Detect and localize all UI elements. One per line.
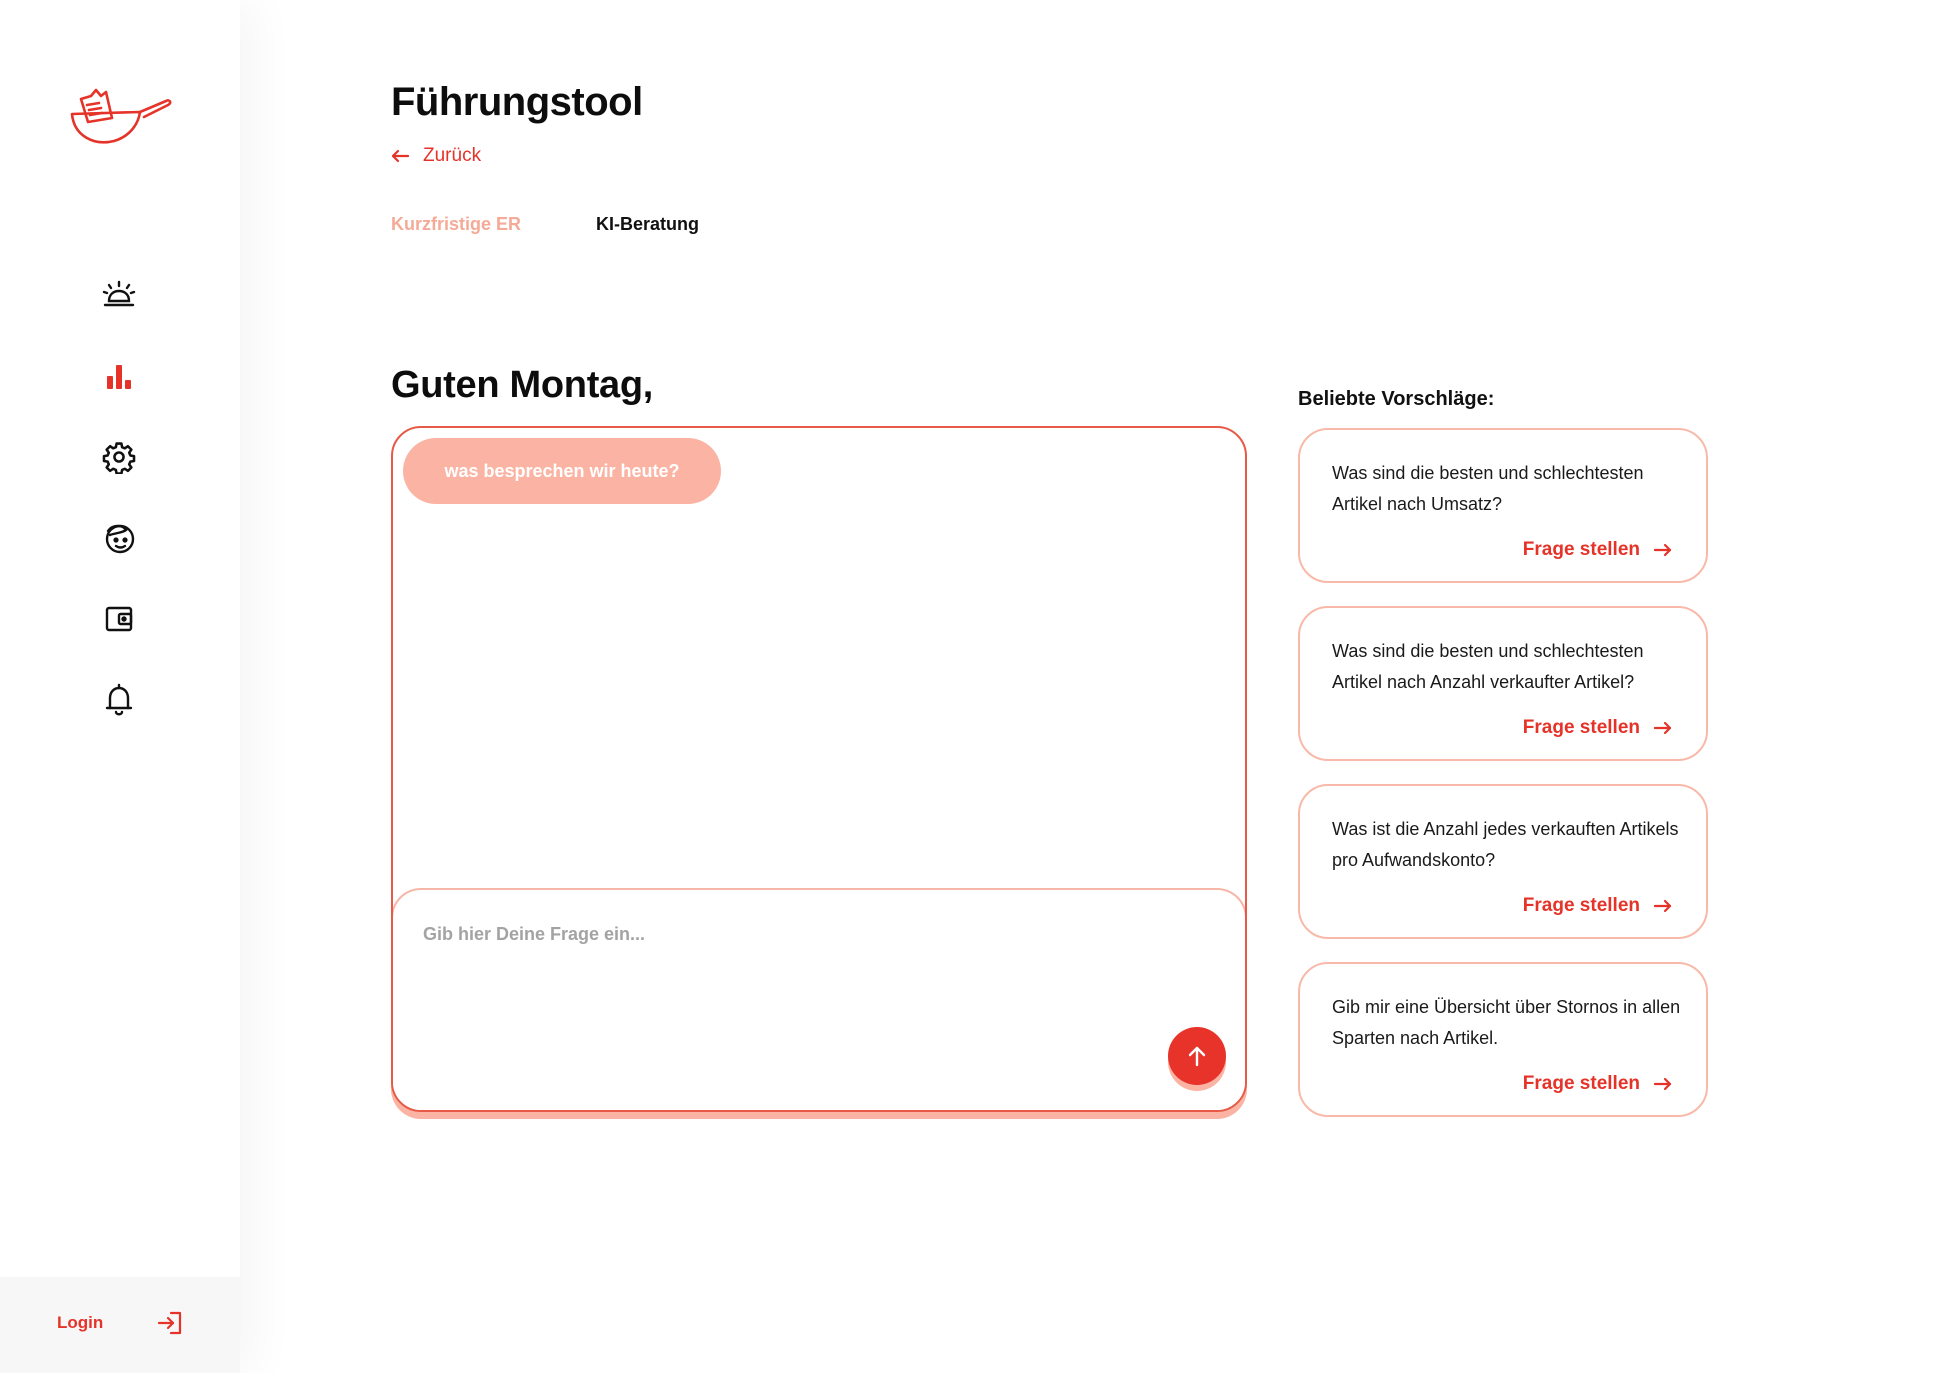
question-input[interactable] bbox=[423, 914, 1143, 954]
arrow-right-icon bbox=[1654, 721, 1672, 735]
suggestion-card[interactable]: Gib mir eine Übersicht über Stornos in a… bbox=[1298, 962, 1708, 1117]
suggestion-text: Was ist die Anzahl jedes verkauften Arti… bbox=[1332, 819, 1679, 870]
bar-chart-icon[interactable] bbox=[98, 355, 140, 397]
ask-question-button[interactable]: Frage stellen bbox=[1523, 895, 1672, 917]
suggestion-text: Was sind die besten und schlechtesten Ar… bbox=[1332, 641, 1644, 692]
sidebar: Login bbox=[0, 0, 240, 1373]
arrow-left-icon bbox=[391, 149, 409, 163]
ask-question-button[interactable]: Frage stellen bbox=[1523, 539, 1672, 561]
logo-icon[interactable] bbox=[68, 88, 172, 150]
ask-question-label: Frage stellen bbox=[1522, 717, 1640, 738]
arrow-right-icon bbox=[1654, 899, 1672, 913]
suggestion-card[interactable]: Was ist die Anzahl jedes verkauften Arti… bbox=[1298, 784, 1708, 939]
page-title: Führungstool bbox=[391, 80, 643, 124]
tab-ki-beratung[interactable]: KI-Beratung bbox=[596, 214, 699, 235]
app-root: Login Führungstool Zurück Kurzfristige E… bbox=[0, 0, 1936, 1373]
ask-question-label: Frage stellen bbox=[1522, 539, 1640, 560]
bot-message-bubble: was besprechen wir heute? bbox=[403, 438, 721, 504]
ask-question-button[interactable]: Frage stellen bbox=[1523, 717, 1672, 739]
suggestion-text: Was sind die besten und schlechtesten Ar… bbox=[1332, 463, 1644, 514]
ask-question-label: Frage stellen bbox=[1522, 1073, 1640, 1094]
gear-icon[interactable] bbox=[98, 436, 140, 478]
suggestion-card[interactable]: Was sind die besten und schlechtesten Ar… bbox=[1298, 428, 1708, 583]
back-link[interactable]: Zurück bbox=[391, 145, 481, 167]
login-bar: Login bbox=[0, 1277, 240, 1373]
suggestion-text: Gib mir eine Übersicht über Stornos in a… bbox=[1332, 997, 1681, 1048]
wallet-icon[interactable] bbox=[98, 598, 140, 640]
ask-question-label: Frage stellen bbox=[1522, 895, 1640, 916]
arrow-up-icon bbox=[1188, 1046, 1206, 1067]
arrow-right-icon bbox=[1654, 1077, 1672, 1091]
bell-icon[interactable] bbox=[98, 679, 140, 721]
greeting-heading: Guten Montag, bbox=[391, 364, 654, 406]
back-link-label: Zurück bbox=[423, 145, 482, 166]
sign-in-icon[interactable] bbox=[156, 1309, 184, 1337]
suggestion-card[interactable]: Was sind die besten und schlechtesten Ar… bbox=[1298, 606, 1708, 761]
tab-kurzfristige-er[interactable]: Kurzfristige ER bbox=[391, 214, 521, 235]
login-link[interactable]: Login bbox=[57, 1313, 103, 1333]
cloche-service-icon[interactable] bbox=[98, 274, 140, 316]
suggestions-heading: Beliebte Vorschläge: bbox=[1298, 388, 1495, 410]
send-button[interactable] bbox=[1168, 1027, 1226, 1085]
arrow-right-icon bbox=[1654, 543, 1672, 557]
ask-question-button[interactable]: Frage stellen bbox=[1523, 1073, 1672, 1095]
face-icon[interactable] bbox=[98, 517, 140, 559]
chat-input-area bbox=[393, 888, 1245, 1110]
chat-panel: was besprechen wir heute? bbox=[391, 426, 1247, 1112]
